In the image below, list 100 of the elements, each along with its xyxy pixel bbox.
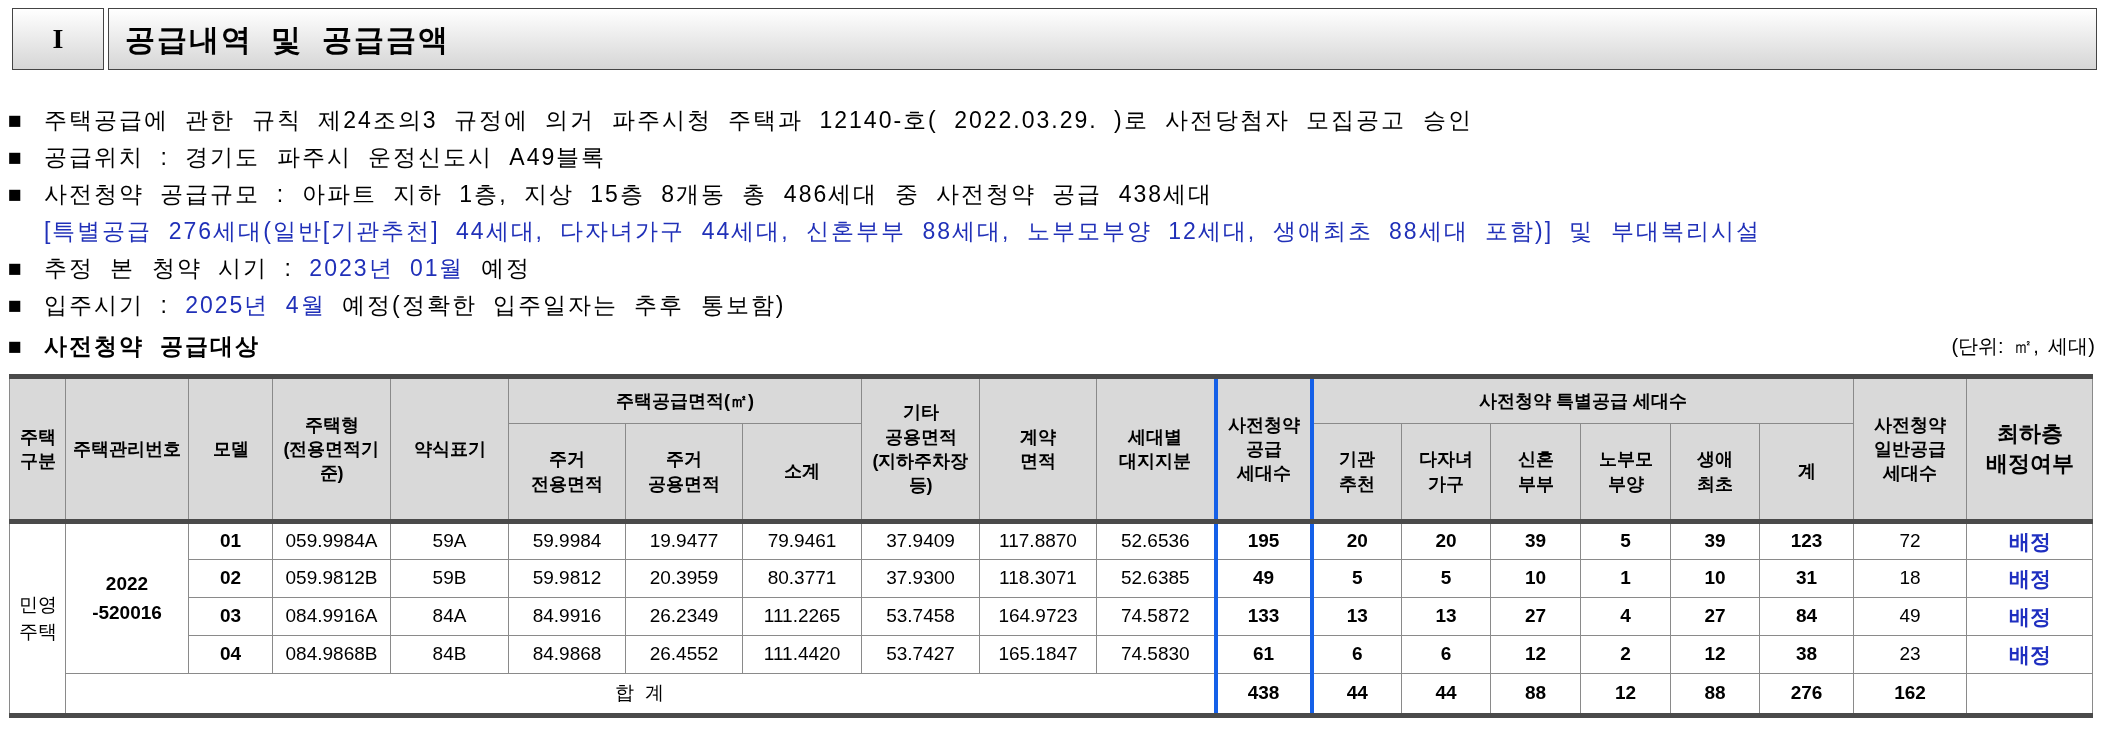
table-cell: 72 <box>1853 521 1967 560</box>
section-title: 공급내역 및 공급금액 <box>108 8 2097 70</box>
section-number: I <box>12 8 104 70</box>
table-cell: 59A <box>390 521 509 560</box>
table-cell: 민영 주택 <box>9 521 66 716</box>
table-cell: 배정 <box>1966 521 2093 560</box>
table-cell: 59B <box>390 559 509 598</box>
table-cell: 118.3071 <box>979 559 1097 598</box>
table-cell: 5 <box>1401 559 1491 598</box>
column-header: 모델 <box>188 376 273 522</box>
table-cell: 27 <box>1490 597 1581 636</box>
bullet-text: 추정 본 청약 시기 : 2023년 01월 예정 <box>44 254 531 284</box>
table-cell: 04 <box>188 635 273 674</box>
table-cell: 2 <box>1580 635 1671 674</box>
square-bullet: ■ <box>8 106 23 136</box>
table-cell: 84B <box>390 635 509 674</box>
column-header: 주택 구분 <box>9 376 66 522</box>
table-cell: 10 <box>1670 559 1760 598</box>
bullet-text: [특별공급 276세대(일반[기관추천] 44세대, 다자녀가구 44세대, 신혼부부 88세대, 노부모부양 12세대, 생애최초 88세대 포함)] 및 부대복리시설 <box>44 217 1761 247</box>
column-header: 사전청약 특별공급 세대수 <box>1311 376 1854 424</box>
table-cell: 13 <box>1311 597 1402 636</box>
table-cell: 111.2265 <box>742 597 862 636</box>
column-header: 기관 추천 <box>1311 423 1402 522</box>
table-cell: 84.9868 <box>508 635 626 674</box>
column-header: 주거 공용면적 <box>625 423 743 522</box>
table-cell: 6 <box>1311 635 1402 674</box>
table-cell: 49 <box>1853 597 1967 636</box>
table-cell: 배정 <box>1966 559 2093 598</box>
column-header: 주택공급면적(㎡) <box>508 376 862 424</box>
table-cell: 79.9461 <box>742 521 862 560</box>
table-cell: 배정 <box>1966 597 2093 636</box>
table-cell: 111.4420 <box>742 635 862 674</box>
table-cell: 5 <box>1580 521 1671 560</box>
table-cell: 39 <box>1490 521 1581 560</box>
table-cell: 84.9916 <box>508 597 626 636</box>
table-cell: 164.9723 <box>979 597 1097 636</box>
square-bullet: ■ <box>8 291 23 321</box>
table-cell: 84 <box>1759 597 1854 636</box>
column-header: 약식표기 <box>390 376 509 522</box>
column-header: 다자녀 가구 <box>1401 423 1491 522</box>
column-header: 신혼 부부 <box>1490 423 1581 522</box>
table-cell: 12 <box>1490 635 1581 674</box>
table-cell: 31 <box>1759 559 1854 598</box>
table-cell: 61 <box>1215 635 1312 674</box>
table-cell: 20 <box>1401 521 1491 560</box>
table-cell: 084.9868B <box>272 635 391 674</box>
table-cell: 39 <box>1670 521 1760 560</box>
table-cell: 02 <box>188 559 273 598</box>
table-cell: 195 <box>1215 521 1312 560</box>
table-cell: 26.4552 <box>625 635 743 674</box>
table-cell: 84A <box>390 597 509 636</box>
table-cell: 26.2349 <box>625 597 743 636</box>
column-header: 세대별 대지지분 <box>1096 376 1216 522</box>
table-cell: 80.3771 <box>742 559 862 598</box>
table-cell: 38 <box>1759 635 1854 674</box>
unit-note: (단위: ㎡, 세대) <box>1951 334 2095 359</box>
table-cell: 12 <box>1670 635 1760 674</box>
table-cell: 133 <box>1215 597 1312 636</box>
table-cell: 117.8870 <box>979 521 1097 560</box>
square-bullet: ■ <box>8 180 23 210</box>
table-cell: 4 <box>1580 597 1671 636</box>
column-header: 생애 최초 <box>1670 423 1760 522</box>
square-bullet: ■ <box>8 143 23 173</box>
table-cell: 37.9300 <box>861 559 980 598</box>
table-cell: 53.7427 <box>861 635 980 674</box>
table-cell: 59.9812 <box>508 559 626 598</box>
table-cell: 01 <box>188 521 273 560</box>
table-cell: 53.7458 <box>861 597 980 636</box>
table-cell: 13 <box>1401 597 1491 636</box>
table-cell: 59.9984 <box>508 521 626 560</box>
bullet-text: 주택공급에 관한 규칙 제24조의3 규정에 의거 파주시청 주택과 12140-호( 2022.03.29. )로 사전당첨자 모집공고 승인 <box>44 106 1473 136</box>
table-cell: 18 <box>1853 559 1967 598</box>
column-header: 소계 <box>742 423 862 522</box>
bullet-text: 공급위치 : 경기도 파주시 운정신도시 A49블록 <box>44 143 607 173</box>
table-cell: 438 <box>1215 673 1312 716</box>
table-cell: 084.9916A <box>272 597 391 636</box>
bullet-text: 사전청약 공급규모 : 아파트 지하 1층, 지상 15층 8개동 총 486세대 중 사전청약 공급 438세대 <box>44 180 1214 210</box>
table-cell: 20 <box>1311 521 1402 560</box>
square-bullet: ■ <box>8 254 23 284</box>
table-cell: 27 <box>1670 597 1760 636</box>
table-cell: 19.9477 <box>625 521 743 560</box>
subsection-title: 사전청약 공급대상 <box>44 331 261 361</box>
table-cell: 10 <box>1490 559 1581 598</box>
column-header: 계 <box>1759 423 1854 522</box>
table-cell: 20.3959 <box>625 559 743 598</box>
table-cell: 6 <box>1401 635 1491 674</box>
table-cell: 059.9812B <box>272 559 391 598</box>
table-cell: 37.9409 <box>861 521 980 560</box>
table-cell: 1 <box>1580 559 1671 598</box>
table-cell: 49 <box>1215 559 1312 598</box>
table-cell: 03 <box>188 597 273 636</box>
table-cell: 123 <box>1759 521 1854 560</box>
square-bullet: ■ <box>8 331 23 361</box>
column-header: 주거 전용면적 <box>508 423 626 522</box>
table-cell: 배정 <box>1966 635 2093 674</box>
table-cell: 165.1847 <box>979 635 1097 674</box>
table-cell: 23 <box>1853 635 1967 674</box>
table-cell: 5 <box>1311 559 1402 598</box>
column-header: 기타 공용면적 (지하주차장 등) <box>861 376 980 522</box>
bullet-text: 입주시기 : 2025년 4월 예정(정확한 입주일자는 추후 통보함) <box>44 291 786 321</box>
